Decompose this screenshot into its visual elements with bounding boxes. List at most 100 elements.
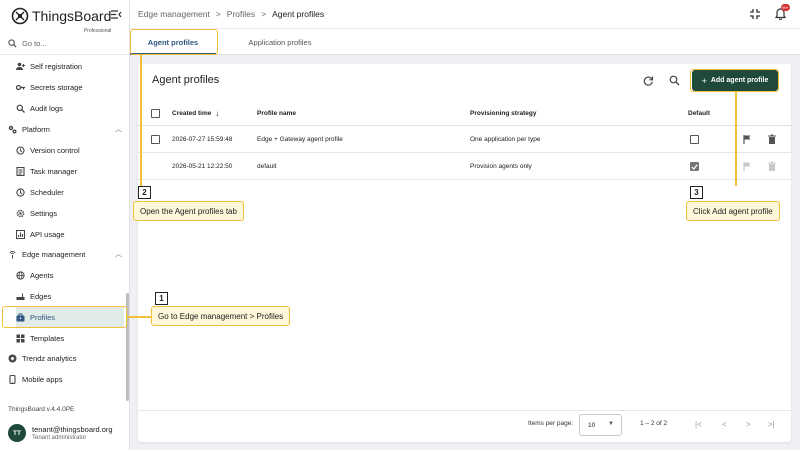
callout-2-label: Open the Agent profiles tab [133, 201, 244, 221]
column-profile-name[interactable]: Profile name [257, 100, 296, 126]
sidebar-item-edges[interactable]: Edges [16, 286, 124, 306]
select-all-checkbox-cell [151, 100, 160, 126]
select-all-checkbox[interactable] [151, 108, 160, 118]
key-icon [16, 83, 25, 92]
sidebar-item-scheduler[interactable]: Scheduler [16, 182, 124, 202]
breadcrumb-agent-profiles: Agent profiles [272, 9, 325, 19]
brand-label: ThingsBoard [32, 8, 112, 24]
person-add-icon [16, 62, 25, 71]
sidebar-item-label: Trendz analytics [22, 353, 77, 363]
goto-placeholder: Go to... [22, 38, 47, 48]
row-checkbox[interactable] [151, 135, 160, 144]
column-created-time[interactable]: Created time ↓ [172, 100, 219, 126]
breadcrumb-edge-management[interactable]: Edge management [138, 9, 210, 19]
sidebar-item-label: API usage [30, 229, 65, 239]
sidebar-item-label: Edge management [22, 249, 86, 259]
callout-1-label: Go to Edge management > Profiles [151, 306, 291, 326]
sidebar-nav: Self registration Secrets storage Audit … [0, 56, 126, 394]
breadcrumb-separator: > [215, 9, 221, 19]
sidebar-item-task-manager[interactable]: Task manager [16, 161, 124, 181]
gears-icon [8, 125, 17, 134]
clock-icon [16, 187, 25, 197]
sidebar-item-label: Secrets storage [30, 82, 83, 92]
chevron-up-icon: ︿ [115, 126, 122, 133]
breadcrumb-profiles[interactable]: Profiles [227, 9, 255, 19]
cell-profile-name: default [257, 163, 277, 170]
page-title: Agent profiles [152, 74, 220, 86]
callout-1-connector [127, 316, 151, 318]
table-row[interactable]: 2026-07-27 15:59:48 Edge + Gateway agent… [138, 126, 791, 153]
callout-1-highlight [2, 306, 127, 328]
tab-application-profiles[interactable]: Application profiles [225, 29, 335, 55]
cell-provisioning-strategy: One application per type [470, 136, 541, 143]
default-checkbox [690, 135, 699, 144]
search-icon [8, 38, 17, 48]
sidebar-item-templates[interactable]: Templates [16, 328, 124, 348]
check-icon [691, 163, 698, 170]
sidebar-item-label: Self registration [30, 61, 83, 71]
last-page-icon[interactable]: >| [768, 420, 775, 429]
cell-profile-name: Edge + Gateway agent profile [257, 136, 343, 143]
search-icon[interactable] [669, 75, 680, 86]
callout-2-number: 2 [138, 186, 151, 199]
sidebar-item-edge-management[interactable]: Edge management ︿ [8, 244, 126, 264]
brand-name: ThingsBoard Professional [32, 8, 112, 34]
chart-icon [16, 229, 25, 239]
sidebar-item-platform[interactable]: Platform ︿ [8, 119, 126, 139]
callout-2-highlight [130, 29, 218, 55]
sidebar-item-label: Templates [30, 333, 65, 343]
cell-created-time: 2026-07-27 15:59:48 [172, 136, 233, 143]
fullscreen-icon[interactable] [750, 9, 760, 19]
callout-3-highlight [690, 69, 779, 92]
delete-icon[interactable] [767, 134, 777, 144]
table-row[interactable]: 2026-05-21 12:22:50 default Provision ag… [138, 153, 791, 180]
previous-page-icon[interactable]: < [722, 420, 727, 429]
sidebar-item-mobile-apps[interactable]: Mobile apps [8, 369, 126, 389]
column-provisioning-strategy[interactable]: Provisioning strategy [470, 100, 536, 126]
column-default: Default [688, 100, 710, 126]
sidebar-item-version-control[interactable]: Version control [16, 140, 124, 160]
phone-icon [8, 374, 17, 384]
items-per-page-select[interactable]: 10 ▼ [579, 414, 622, 436]
sidebar-item-label: Platform [22, 124, 50, 134]
column-label: Created time [172, 109, 212, 117]
cell-default [690, 153, 699, 180]
flag-icon[interactable] [742, 134, 752, 144]
cell-default [690, 126, 699, 153]
router-icon [16, 292, 25, 301]
callout-3-label: Click Add agent profile [686, 201, 780, 221]
thingsboard-logo-icon [11, 7, 29, 25]
refresh-icon[interactable] [643, 75, 654, 86]
sidebar-item-label: Mobile apps [22, 374, 63, 384]
tab-label: Application profiles [248, 37, 312, 47]
user-profile[interactable]: TT tenant@thingsboard.org Tenant adminis… [8, 424, 113, 442]
menu-collapse-icon[interactable] [111, 10, 122, 22]
breadcrumb: Edge management > Profiles > Agent profi… [138, 9, 324, 19]
sidebar: ThingsBoard Professional Go to... Self r… [0, 0, 130, 450]
logo[interactable]: ThingsBoard Professional [10, 5, 112, 34]
avatar: TT [8, 424, 26, 442]
column-label: Provisioning strategy [470, 109, 537, 117]
next-page-icon[interactable]: > [746, 420, 751, 429]
breadcrumb-separator: > [261, 9, 267, 19]
sidebar-item-self-registration[interactable]: Self registration [16, 56, 124, 76]
sidebar-item-agents[interactable]: Agents [16, 265, 124, 285]
dropdown-arrow-icon: ▼ [608, 421, 614, 427]
pagination-range: 1 – 2 of 2 [640, 420, 668, 427]
sidebar-item-label: Scheduler [30, 187, 64, 197]
column-label: Default [688, 109, 711, 117]
search-doc-icon [16, 104, 25, 113]
agent-profiles-card: Agent profiles + Add agent profile Creat… [138, 64, 791, 442]
first-page-icon[interactable]: |< [695, 420, 702, 429]
sidebar-item-audit-logs[interactable]: Audit logs [16, 98, 124, 118]
sidebar-item-api-usage[interactable]: API usage [16, 224, 124, 244]
cell-created-time: 2026-05-21 12:22:50 [172, 163, 233, 170]
sidebar-item-settings[interactable]: Settings [16, 203, 124, 223]
delete-icon [768, 161, 776, 171]
items-per-page-label: Items per page: [528, 420, 574, 427]
sidebar-item-trendz-analytics[interactable]: Trendz analytics [8, 348, 126, 368]
callout-1-number: 1 [155, 292, 168, 305]
sidebar-item-secrets-storage[interactable]: Secrets storage [16, 77, 124, 97]
goto-search[interactable]: Go to... [8, 37, 47, 49]
app-version: ThingsBoard v.4.4.0PE [8, 406, 75, 413]
